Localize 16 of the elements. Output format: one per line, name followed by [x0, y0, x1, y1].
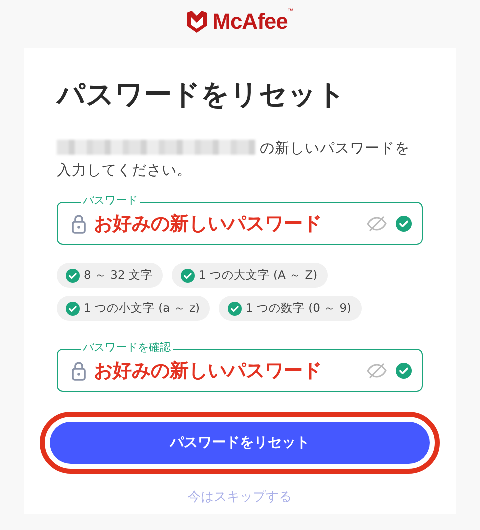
password-input[interactable]: お好みの新しいパスワード: [94, 212, 358, 234]
lock-icon: [72, 214, 86, 234]
requirement-chip: 8 ～ 32 文字: [57, 263, 163, 288]
shield-logo-icon: [186, 11, 207, 33]
hidden-eye-icon[interactable]: [366, 214, 388, 232]
instruction-text: の新しいパスワードを入力してください。: [57, 139, 411, 181]
field-label: パスワードを確認: [81, 341, 173, 355]
requirement-chip: 1 つの数字 (0 ～ 9): [219, 296, 362, 321]
field-label: パスワード: [81, 194, 140, 208]
requirement-chip: 1 つの大文字 (A ～ Z): [172, 263, 328, 288]
hidden-eye-icon[interactable]: [366, 362, 388, 380]
lock-icon: [72, 360, 86, 380]
reset-password-button[interactable]: パスワードをリセット: [50, 422, 430, 464]
requirement-chip: 1 つの小文字 (a ～ z): [57, 296, 210, 321]
page-title: パスワードをリセット: [57, 77, 347, 113]
password-input[interactable]: お好みの新しいパスワード: [94, 360, 358, 382]
